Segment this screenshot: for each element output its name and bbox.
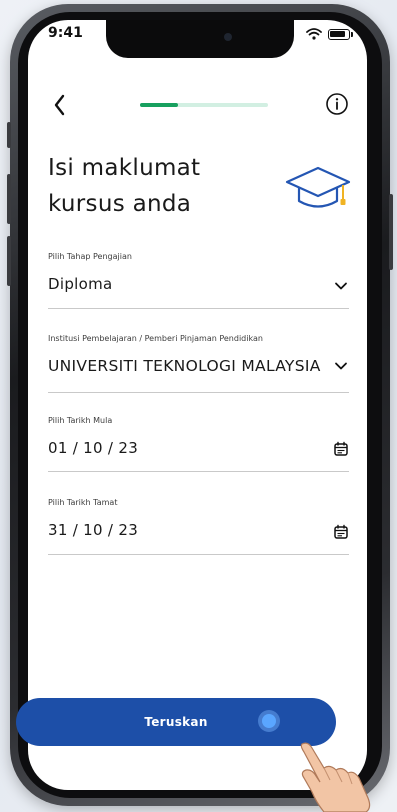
chevron-down-icon[interactable] xyxy=(333,358,349,374)
status-time: 9:41 xyxy=(48,25,83,41)
field-start-date-label: Pilih Tarikh Mula xyxy=(48,416,113,425)
power-button xyxy=(389,194,393,270)
page-title: Isi maklumat kursus anda xyxy=(48,155,201,217)
field-end-date-label: Pilih Tarikh Tamat xyxy=(48,498,118,507)
field-start-date[interactable]: Pilih Tarikh Mula 01 / 10 / 23 xyxy=(48,416,349,472)
field-institution[interactable]: Institusi Pembelajaran / Pemberi Pinjama… xyxy=(48,334,349,393)
field-end-date[interactable]: Pilih Tarikh Tamat 31 / 10 / 23 xyxy=(48,498,349,555)
back-arrow-icon[interactable] xyxy=(48,90,72,120)
continue-button[interactable]: Teruskan xyxy=(16,698,336,746)
notch xyxy=(106,20,294,58)
tap-indicator xyxy=(262,714,276,728)
field-end-date-value: 31 / 10 / 23 xyxy=(48,521,139,539)
top-bar xyxy=(28,90,367,122)
field-institution-label: Institusi Pembelajaran / Pemberi Pinjama… xyxy=(48,334,263,343)
volume-up-button xyxy=(7,174,11,224)
field-institution-value: UNIVERSITI TEKNOLOGI MALAYSIA xyxy=(48,357,321,375)
field-study-level-value: Diploma xyxy=(48,275,113,293)
camera-icon xyxy=(224,33,232,41)
status-indicators xyxy=(306,28,353,40)
field-study-level[interactable]: Pilih Tahap Pengajian Diploma xyxy=(48,252,349,309)
wifi-icon xyxy=(306,28,322,40)
calendar-icon[interactable] xyxy=(333,441,349,457)
progress-bar xyxy=(140,103,268,107)
battery-icon xyxy=(328,28,350,40)
calendar-icon[interactable] xyxy=(333,524,349,540)
app-screen: 9:41 Isi maklumat kursus anda Pilih Taha xyxy=(28,20,367,790)
graduation-cap-icon xyxy=(285,166,351,208)
progress-bar-fill xyxy=(140,103,179,107)
battery-tip xyxy=(351,31,353,37)
mute-switch xyxy=(7,122,11,148)
pointing-hand-icon xyxy=(300,742,371,812)
chevron-down-icon[interactable] xyxy=(333,278,349,294)
volume-down-button xyxy=(7,236,11,286)
info-icon[interactable] xyxy=(325,92,349,116)
field-study-level-label: Pilih Tahap Pengajian xyxy=(48,252,132,261)
field-start-date-value: 01 / 10 / 23 xyxy=(48,439,139,457)
